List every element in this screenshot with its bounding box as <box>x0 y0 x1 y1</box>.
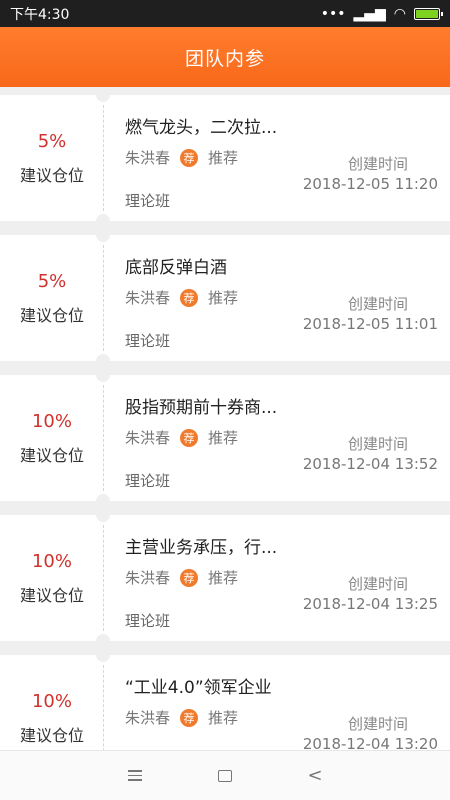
author-row: 朱洪春 荐 推荐 <box>125 427 238 448</box>
card-right: “工业4.0”领军企业 朱洪春 荐 推荐 理论班 创建时间 2018-12-04… <box>104 655 450 750</box>
created-time: 2018-12-05 11:01 <box>302 315 438 333</box>
card-title: 燃气龙头，二次拉... <box>125 118 278 138</box>
created-label: 创建时间 <box>347 575 408 593</box>
suggested-position-label: 建议仓位 <box>19 725 84 745</box>
recommend-icon: 荐 <box>180 288 199 307</box>
created-label: 创建时间 <box>347 295 408 313</box>
created-label: 创建时间 <box>347 155 408 173</box>
status-time: 下午4:30 <box>10 6 70 23</box>
suggested-percent: 5% <box>37 270 67 292</box>
created-label: 创建时间 <box>347 435 408 453</box>
class-label: 理论班 <box>125 332 171 350</box>
created-time: 2018-12-04 13:20 <box>302 735 438 750</box>
suggested-percent: 5% <box>37 130 67 152</box>
card-title: 主营业务承压，行... <box>125 538 278 558</box>
author-name: 朱洪春 <box>125 569 171 587</box>
class-label: 理论班 <box>125 612 171 630</box>
created-label: 创建时间 <box>347 715 408 733</box>
menu-icon[interactable] <box>120 767 150 784</box>
status-icons: ••• ▂▄▆ ◠ <box>320 5 443 22</box>
recommend-icon: 荐 <box>180 568 199 587</box>
wifi-icon: ◠ <box>393 5 406 22</box>
card-left: 10% 建议仓位 <box>0 655 104 750</box>
suggested-percent: 10% <box>31 410 72 432</box>
system-nav-bar: < <box>0 750 450 800</box>
author-name: 朱洪春 <box>125 149 171 167</box>
card-list[interactable]: 5% 建议仓位 燃气龙头，二次拉... 朱洪春 荐 推荐 理论班 创建时间 20… <box>0 95 450 750</box>
author-name: 朱洪春 <box>125 709 171 727</box>
card-right: 底部反弹白酒 朱洪春 荐 推荐 理论班 创建时间 2018-12-05 11:0… <box>104 235 450 361</box>
recommend-tag: 推荐 <box>208 289 239 307</box>
recommend-tag: 推荐 <box>208 569 239 587</box>
card-right: 主营业务承压，行... 朱洪春 荐 推荐 理论班 创建时间 2018-12-04… <box>104 515 450 641</box>
class-label: 理论班 <box>125 192 171 210</box>
recommend-tag: 推荐 <box>208 709 239 727</box>
list-item[interactable]: 10% 建议仓位 “工业4.0”领军企业 朱洪春 荐 推荐 理论班 创建时间 2… <box>0 648 450 750</box>
home-button[interactable] <box>210 769 240 782</box>
page-title: 团队内参 <box>184 47 265 70</box>
author-row: 朱洪春 荐 推荐 <box>125 707 238 728</box>
recommend-icon: 荐 <box>180 148 199 167</box>
class-label: 理论班 <box>125 472 171 490</box>
suggested-position-label: 建议仓位 <box>19 165 84 185</box>
suggested-position-label: 建议仓位 <box>19 445 84 465</box>
author-row: 朱洪春 荐 推荐 <box>125 287 238 308</box>
battery-icon <box>414 7 443 20</box>
author-row: 朱洪春 荐 推荐 <box>125 567 238 588</box>
recommend-tag: 推荐 <box>208 149 239 167</box>
card-left: 5% 建议仓位 <box>0 95 104 221</box>
card-title: 底部反弹白酒 <box>125 258 227 278</box>
app-header: 团队内参 <box>0 27 450 87</box>
signal-icon: ▂▄▆ <box>353 5 386 22</box>
suggested-percent: 10% <box>31 550 72 572</box>
card-left: 5% 建议仓位 <box>0 235 104 361</box>
created-time: 2018-12-05 11:20 <box>302 175 438 193</box>
list-item[interactable]: 5% 建议仓位 燃气龙头，二次拉... 朱洪春 荐 推荐 理论班 创建时间 20… <box>0 95 450 228</box>
author-name: 朱洪春 <box>125 429 171 447</box>
list-item[interactable]: 5% 建议仓位 底部反弹白酒 朱洪春 荐 推荐 理论班 创建时间 2018-12… <box>0 228 450 368</box>
suggested-position-label: 建议仓位 <box>19 585 84 605</box>
back-icon[interactable]: < <box>300 765 330 786</box>
suggested-percent: 10% <box>31 690 72 712</box>
suggested-position-label: 建议仓位 <box>19 305 84 325</box>
created-time: 2018-12-04 13:52 <box>302 455 438 473</box>
card-left: 10% 建议仓位 <box>0 515 104 641</box>
list-item[interactable]: 10% 建议仓位 主营业务承压，行... 朱洪春 荐 推荐 理论班 创建时间 2… <box>0 508 450 648</box>
recommend-icon: 荐 <box>180 428 199 447</box>
dots-icon: ••• <box>320 5 346 22</box>
card-title: “工业4.0”领军企业 <box>125 678 272 698</box>
recommend-icon: 荐 <box>180 708 199 727</box>
card-left: 10% 建议仓位 <box>0 375 104 501</box>
home-icon <box>218 769 232 782</box>
author-row: 朱洪春 荐 推荐 <box>125 147 238 168</box>
card-title: 股指预期前十券商... <box>125 398 278 418</box>
created-time: 2018-12-04 13:25 <box>302 595 438 613</box>
card-right: 股指预期前十券商... 朱洪春 荐 推荐 理论班 创建时间 2018-12-04… <box>104 375 450 501</box>
recommend-tag: 推荐 <box>208 429 239 447</box>
author-name: 朱洪春 <box>125 289 171 307</box>
card-right: 燃气龙头，二次拉... 朱洪春 荐 推荐 理论班 创建时间 2018-12-05… <box>104 95 450 221</box>
status-bar: 下午4:30 ••• ▂▄▆ ◠ <box>0 0 450 27</box>
list-item[interactable]: 10% 建议仓位 股指预期前十券商... 朱洪春 荐 推荐 理论班 创建时间 2… <box>0 368 450 508</box>
